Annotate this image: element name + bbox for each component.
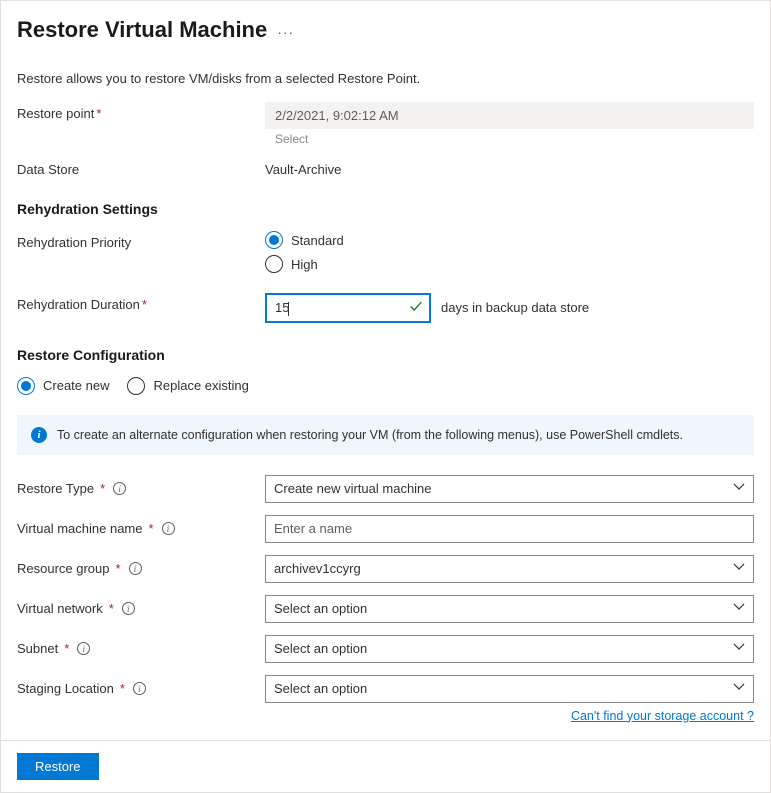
- virtual-network-label: Virtual network* i: [17, 601, 265, 616]
- restore-button[interactable]: Restore: [17, 753, 99, 780]
- vm-name-input[interactable]: [265, 515, 754, 543]
- create-new-label: Create new: [43, 378, 109, 393]
- resource-group-select[interactable]: archivev1ccyrg: [265, 555, 754, 583]
- resource-group-label: Resource group* i: [17, 561, 265, 576]
- chevron-down-icon: [733, 603, 745, 614]
- page-description: Restore allows you to restore VM/disks f…: [17, 71, 754, 86]
- restore-type-label: Restore Type* i: [17, 481, 265, 496]
- info-banner-text: To create an alternate configuration whe…: [57, 428, 683, 442]
- priority-standard-label: Standard: [291, 233, 344, 248]
- data-store-value: Vault-Archive: [265, 158, 754, 177]
- rehydration-settings-heading: Rehydration Settings: [17, 201, 754, 217]
- staging-location-label: Staging Location* i: [17, 681, 265, 696]
- data-store-label: Data Store: [17, 158, 265, 177]
- priority-high-radio[interactable]: High: [265, 255, 754, 273]
- storage-account-link[interactable]: Can't find your storage account ?: [17, 709, 754, 723]
- chevron-down-icon: [733, 643, 745, 654]
- page-title: Restore Virtual Machine: [17, 17, 267, 43]
- replace-existing-label: Replace existing: [153, 378, 248, 393]
- help-icon[interactable]: i: [77, 642, 90, 655]
- priority-high-label: High: [291, 257, 318, 272]
- duration-suffix: days in backup data store: [441, 300, 589, 315]
- restore-point-select-link[interactable]: Select: [265, 129, 754, 146]
- more-actions-button[interactable]: ···: [277, 20, 294, 40]
- subnet-label: Subnet* i: [17, 641, 265, 656]
- chevron-down-icon: [733, 483, 745, 494]
- staging-location-select[interactable]: Select an option: [265, 675, 754, 703]
- restore-config-heading: Restore Configuration: [17, 347, 754, 363]
- info-icon: i: [31, 427, 47, 443]
- priority-standard-radio[interactable]: Standard: [265, 231, 754, 249]
- help-icon[interactable]: i: [113, 482, 126, 495]
- rehydration-duration-label: Rehydration Duration*: [17, 293, 265, 312]
- chevron-down-icon: [733, 563, 745, 574]
- create-new-radio[interactable]: Create new: [17, 377, 109, 395]
- rehydration-priority-label: Rehydration Priority: [17, 231, 265, 250]
- help-icon[interactable]: i: [133, 682, 146, 695]
- info-banner: i To create an alternate configuration w…: [17, 415, 754, 455]
- restore-point-label: Restore point*: [17, 102, 265, 121]
- chevron-down-icon: [733, 683, 745, 694]
- virtual-network-select[interactable]: Select an option: [265, 595, 754, 623]
- restore-point-value[interactable]: 2/2/2021, 9:02:12 AM: [265, 102, 754, 129]
- vm-name-label: Virtual machine name* i: [17, 521, 265, 536]
- replace-existing-radio[interactable]: Replace existing: [127, 377, 248, 395]
- subnet-select[interactable]: Select an option: [265, 635, 754, 663]
- help-icon[interactable]: i: [122, 602, 135, 615]
- restore-type-select[interactable]: Create new virtual machine: [265, 475, 754, 503]
- help-icon[interactable]: i: [129, 562, 142, 575]
- validation-check-icon: [409, 299, 423, 316]
- rehydration-duration-input[interactable]: 15: [265, 293, 431, 323]
- help-icon[interactable]: i: [162, 522, 175, 535]
